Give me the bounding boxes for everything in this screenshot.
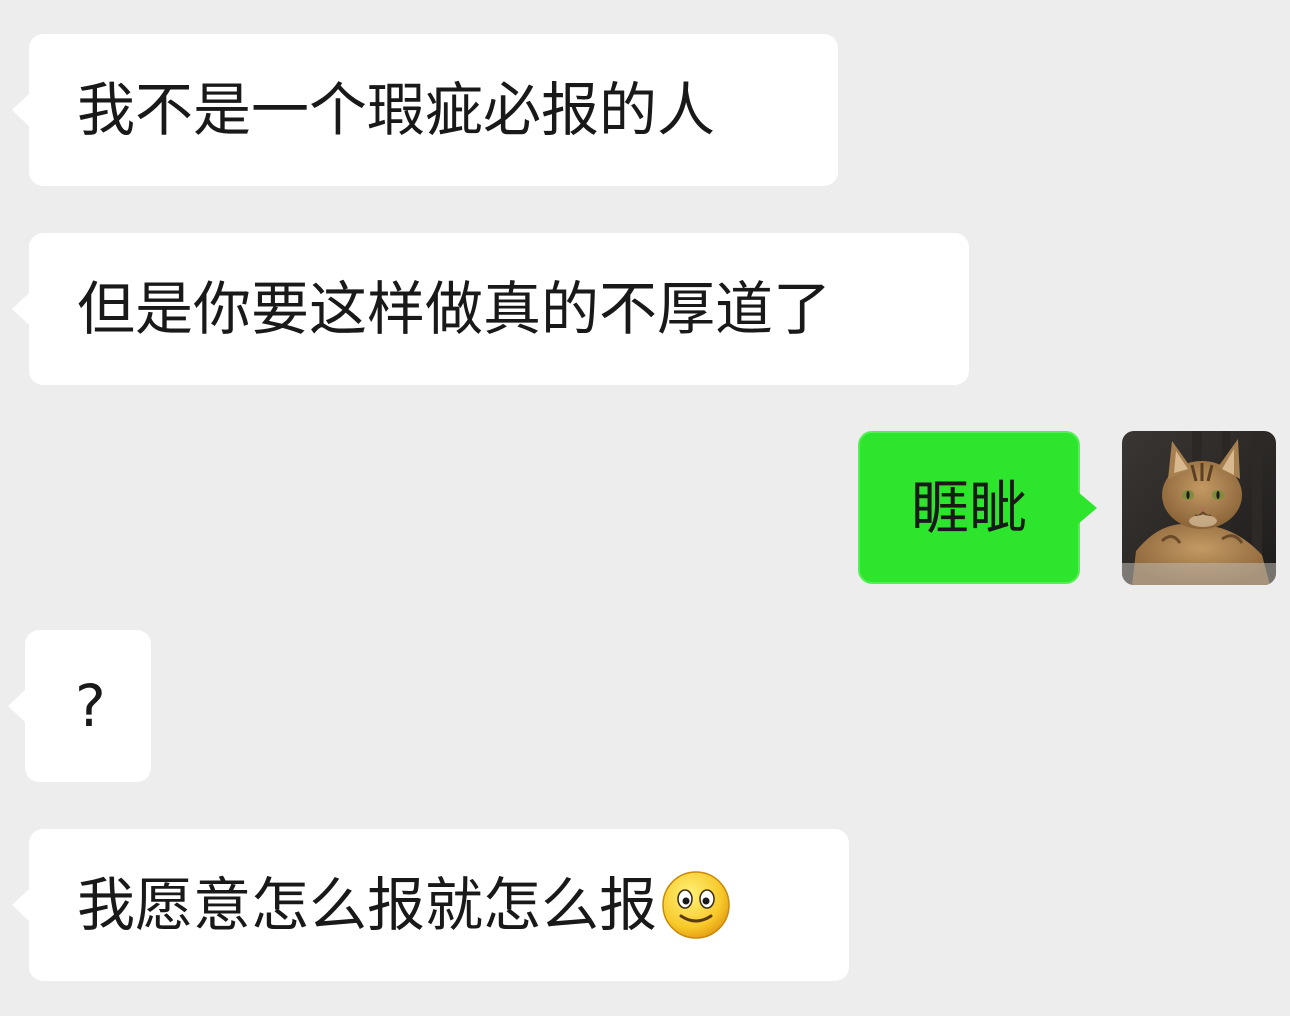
- message-text: ?: [75, 672, 106, 740]
- message-bubble-incoming[interactable]: 我不是一个瑕疵必报的人: [12, 34, 838, 186]
- message-text: 但是你要这样做真的不厚道了: [77, 275, 832, 343]
- message-text: 睚眦: [910, 473, 1027, 542]
- smiley-emoji-icon: [661, 870, 731, 940]
- message-bubble-incoming[interactable]: 但是你要这样做真的不厚道了: [12, 233, 969, 385]
- cat-avatar-image: [1122, 431, 1276, 585]
- chat-message-list: 我不是一个瑕疵必报的人 但是你要这样做真的不厚道了 睚眦 ? 我愿意怎么报就怎么…: [0, 0, 1290, 1016]
- message-bubble-incoming[interactable]: 我愿意怎么报就怎么报: [12, 829, 849, 981]
- message-bubble-outgoing[interactable]: 睚眦: [858, 431, 1097, 584]
- message-text: 我愿意怎么报就怎么报: [77, 871, 658, 939]
- message-bubble-incoming[interactable]: ?: [8, 630, 151, 782]
- cat-avatar[interactable]: [1122, 431, 1276, 585]
- message-text: 我不是一个瑕疵必报的人: [77, 76, 716, 144]
